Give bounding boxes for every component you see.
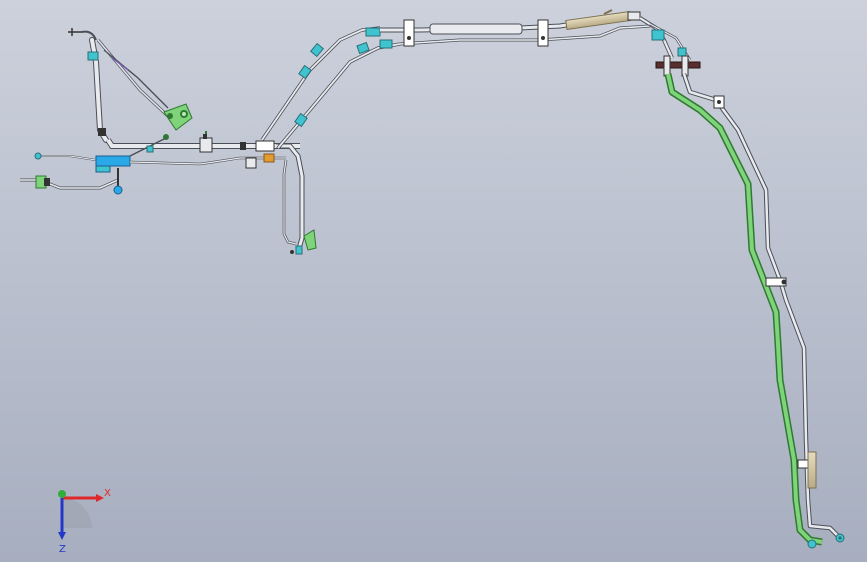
x-axis-arrowhead <box>96 494 104 502</box>
orange-fitting <box>263 153 275 163</box>
flange-plate <box>655 61 701 69</box>
left-upper-tubes[interactable] <box>68 28 193 143</box>
blue-manifold-block <box>95 155 131 167</box>
y-axis-dot <box>58 490 66 498</box>
left-main-trunk[interactable] <box>105 131 300 153</box>
clamp-1 <box>403 19 415 47</box>
top-horizontal-run[interactable] <box>380 9 651 47</box>
coordinate-triad: X Z <box>58 488 111 555</box>
z-axis-label: Z <box>59 544 66 555</box>
fitting-left-top <box>87 51 99 61</box>
pipe-assembly-model[interactable]: X Z <box>0 0 867 562</box>
x-axis-label: X <box>104 488 111 499</box>
z-axis-arrowhead <box>58 532 66 540</box>
cad-viewport[interactable]: X Z <box>0 0 867 562</box>
rising-tube-pair[interactable] <box>260 26 401 150</box>
clamp-2 <box>537 19 549 47</box>
right-descending-lines[interactable] <box>664 73 845 549</box>
center-drop-loop[interactable] <box>276 143 317 255</box>
